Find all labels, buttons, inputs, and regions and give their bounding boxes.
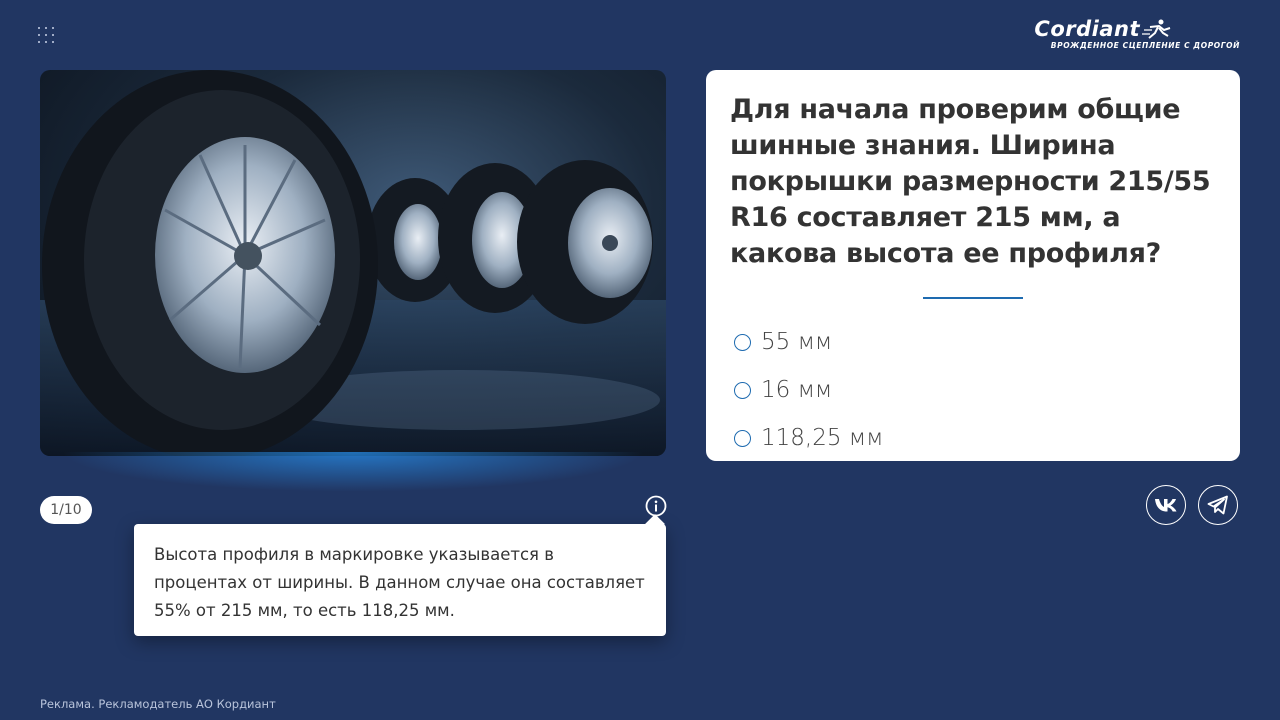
logo-figure-icon	[1142, 19, 1171, 39]
vk-icon	[1155, 499, 1177, 512]
answer-label: 118,25 мм	[761, 425, 884, 451]
answer-label: 55 мм	[761, 329, 833, 355]
question-counter: 1/10	[40, 496, 92, 524]
answer-list: 55 мм 16 мм 118,25 мм	[734, 318, 884, 462]
cordiant-logo: Cordiant ВРОЖДЕННОЕ СЦЕПЛЕНИЕ С ДОРОГОЙ	[1014, 17, 1240, 55]
tires-image	[40, 70, 666, 456]
question-card: Для начала проверим общие шинные знания.…	[706, 70, 1240, 461]
question-divider	[923, 297, 1023, 299]
photo-glow	[60, 452, 646, 492]
radio-button[interactable]	[734, 429, 751, 447]
tires-photo	[40, 70, 666, 456]
telegram-icon	[1207, 495, 1228, 515]
grid-menu-icon[interactable]	[38, 27, 56, 45]
radio-button[interactable]	[734, 333, 751, 351]
logo-tagline: ВРОЖДЕННОЕ СЦЕПЛЕНИЕ С ДОРОГОЙ	[1050, 41, 1240, 50]
radio-button[interactable]	[734, 381, 751, 399]
vk-share-button[interactable]	[1146, 485, 1186, 525]
tooltip-text: Высота профиля в маркировке указывается …	[154, 545, 645, 620]
info-icon[interactable]	[645, 495, 667, 517]
question-text: Для начала проверим общие шинные знания.…	[730, 94, 1211, 269]
logo-wordmark: Cordiant	[1034, 17, 1140, 41]
answer-label: 16 мм	[761, 377, 833, 403]
ad-disclaimer: Реклама. Рекламодатель АО Кордиант	[40, 697, 276, 711]
answer-option[interactable]: 55 мм	[734, 318, 884, 366]
answer-option[interactable]: 16 мм	[734, 366, 884, 414]
telegram-share-button[interactable]	[1198, 485, 1238, 525]
answer-option[interactable]: 118,25 мм	[734, 414, 884, 462]
info-tooltip: Высота профиля в маркировке указывается …	[134, 524, 666, 636]
